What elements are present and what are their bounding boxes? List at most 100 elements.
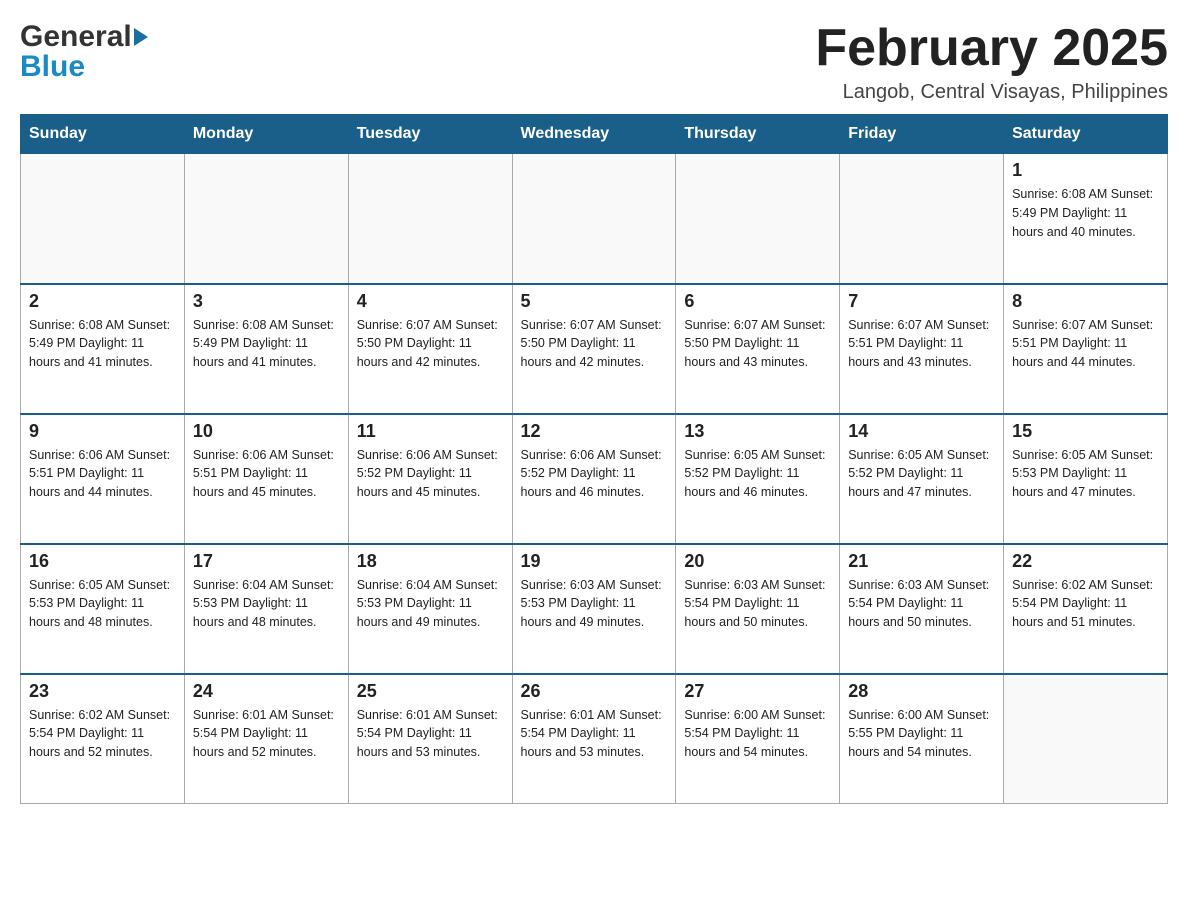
day-info: Sunrise: 6:08 AM Sunset: 5:49 PM Dayligh… — [193, 316, 340, 372]
calendar-week-row: 16 Sunrise: 6:05 AM Sunset: 5:53 PM Dayli… — [21, 544, 1168, 674]
day-info: Sunrise: 6:07 AM Sunset: 5:50 PM Dayligh… — [521, 316, 668, 372]
day-number: 1 — [1012, 160, 1159, 181]
day-info: Sunrise: 6:04 AM Sunset: 5:53 PM Dayligh… — [357, 576, 504, 632]
calendar-header-saturday: Saturday — [1004, 115, 1168, 154]
calendar-table: SundayMondayTuesdayWednesdayThursdayFrid… — [20, 114, 1168, 804]
calendar-day-cell: 4 Sunrise: 6:07 AM Sunset: 5:50 PM Daylig… — [348, 284, 512, 414]
day-number: 18 — [357, 551, 504, 572]
day-info: Sunrise: 6:01 AM Sunset: 5:54 PM Dayligh… — [521, 706, 668, 762]
day-info: Sunrise: 6:02 AM Sunset: 5:54 PM Dayligh… — [1012, 576, 1159, 632]
calendar-day-cell: 2 Sunrise: 6:08 AM Sunset: 5:49 PM Daylig… — [21, 284, 185, 414]
day-info: Sunrise: 6:05 AM Sunset: 5:53 PM Dayligh… — [1012, 446, 1159, 502]
day-info: Sunrise: 6:00 AM Sunset: 5:54 PM Dayligh… — [684, 706, 831, 762]
day-info: Sunrise: 6:05 AM Sunset: 5:53 PM Dayligh… — [29, 576, 176, 632]
calendar-day-cell: 19 Sunrise: 6:03 AM Sunset: 5:53 PM Dayli… — [512, 544, 676, 674]
day-number: 7 — [848, 291, 995, 312]
calendar-header-row: SundayMondayTuesdayWednesdayThursdayFrid… — [21, 115, 1168, 154]
day-info: Sunrise: 6:03 AM Sunset: 5:53 PM Dayligh… — [521, 576, 668, 632]
day-number: 3 — [193, 291, 340, 312]
calendar-day-cell — [1004, 674, 1168, 804]
calendar-day-cell: 7 Sunrise: 6:07 AM Sunset: 5:51 PM Daylig… — [840, 284, 1004, 414]
calendar-day-cell — [348, 154, 512, 284]
calendar-day-cell: 26 Sunrise: 6:01 AM Sunset: 5:54 PM Dayli… — [512, 674, 676, 804]
day-number: 9 — [29, 421, 176, 442]
calendar-header-sunday: Sunday — [21, 115, 185, 154]
month-title: February 2025 — [815, 20, 1168, 77]
day-info: Sunrise: 6:08 AM Sunset: 5:49 PM Dayligh… — [29, 316, 176, 372]
calendar-day-cell: 28 Sunrise: 6:00 AM Sunset: 5:55 PM Dayli… — [840, 674, 1004, 804]
calendar-day-cell — [840, 154, 1004, 284]
day-number: 10 — [193, 421, 340, 442]
day-info: Sunrise: 6:03 AM Sunset: 5:54 PM Dayligh… — [848, 576, 995, 632]
title-block: February 2025 Langob, Central Visayas, P… — [815, 20, 1168, 104]
calendar-day-cell: 8 Sunrise: 6:07 AM Sunset: 5:51 PM Daylig… — [1004, 284, 1168, 414]
calendar-header-tuesday: Tuesday — [348, 115, 512, 154]
calendar-day-cell: 11 Sunrise: 6:06 AM Sunset: 5:52 PM Dayli… — [348, 414, 512, 544]
day-number: 11 — [357, 421, 504, 442]
day-info: Sunrise: 6:01 AM Sunset: 5:54 PM Dayligh… — [357, 706, 504, 762]
day-number: 15 — [1012, 421, 1159, 442]
day-number: 22 — [1012, 551, 1159, 572]
day-info: Sunrise: 6:05 AM Sunset: 5:52 PM Dayligh… — [684, 446, 831, 502]
day-number: 8 — [1012, 291, 1159, 312]
day-info: Sunrise: 6:07 AM Sunset: 5:51 PM Dayligh… — [1012, 316, 1159, 372]
day-number: 16 — [29, 551, 176, 572]
calendar-day-cell — [676, 154, 840, 284]
day-info: Sunrise: 6:07 AM Sunset: 5:50 PM Dayligh… — [357, 316, 504, 372]
calendar-day-cell — [512, 154, 676, 284]
day-info: Sunrise: 6:07 AM Sunset: 5:50 PM Dayligh… — [684, 316, 831, 372]
day-number: 2 — [29, 291, 176, 312]
day-number: 5 — [521, 291, 668, 312]
day-number: 28 — [848, 681, 995, 702]
day-info: Sunrise: 6:03 AM Sunset: 5:54 PM Dayligh… — [684, 576, 831, 632]
day-number: 12 — [521, 421, 668, 442]
calendar-header-monday: Monday — [184, 115, 348, 154]
calendar-day-cell: 20 Sunrise: 6:03 AM Sunset: 5:54 PM Dayli… — [676, 544, 840, 674]
day-number: 4 — [357, 291, 504, 312]
day-number: 27 — [684, 681, 831, 702]
day-number: 6 — [684, 291, 831, 312]
day-info: Sunrise: 6:06 AM Sunset: 5:52 PM Dayligh… — [521, 446, 668, 502]
day-number: 13 — [684, 421, 831, 442]
day-number: 20 — [684, 551, 831, 572]
logo: General Blue — [20, 20, 148, 84]
day-info: Sunrise: 6:05 AM Sunset: 5:52 PM Dayligh… — [848, 446, 995, 502]
calendar-week-row: 2 Sunrise: 6:08 AM Sunset: 5:49 PM Daylig… — [21, 284, 1168, 414]
day-info: Sunrise: 6:04 AM Sunset: 5:53 PM Dayligh… — [193, 576, 340, 632]
calendar-day-cell: 17 Sunrise: 6:04 AM Sunset: 5:53 PM Dayli… — [184, 544, 348, 674]
day-number: 17 — [193, 551, 340, 572]
day-number: 26 — [521, 681, 668, 702]
day-info: Sunrise: 6:02 AM Sunset: 5:54 PM Dayligh… — [29, 706, 176, 762]
calendar-day-cell: 13 Sunrise: 6:05 AM Sunset: 5:52 PM Dayli… — [676, 414, 840, 544]
calendar-day-cell: 24 Sunrise: 6:01 AM Sunset: 5:54 PM Dayli… — [184, 674, 348, 804]
location-text: Langob, Central Visayas, Philippines — [815, 81, 1168, 104]
day-number: 14 — [848, 421, 995, 442]
calendar-header-friday: Friday — [840, 115, 1004, 154]
day-number: 25 — [357, 681, 504, 702]
calendar-day-cell: 9 Sunrise: 6:06 AM Sunset: 5:51 PM Daylig… — [21, 414, 185, 544]
day-number: 24 — [193, 681, 340, 702]
calendar-day-cell: 23 Sunrise: 6:02 AM Sunset: 5:54 PM Dayli… — [21, 674, 185, 804]
calendar-day-cell: 6 Sunrise: 6:07 AM Sunset: 5:50 PM Daylig… — [676, 284, 840, 414]
day-info: Sunrise: 6:06 AM Sunset: 5:51 PM Dayligh… — [29, 446, 176, 502]
logo-general-text: General — [20, 20, 132, 54]
day-info: Sunrise: 6:06 AM Sunset: 5:52 PM Dayligh… — [357, 446, 504, 502]
calendar-week-row: 23 Sunrise: 6:02 AM Sunset: 5:54 PM Dayli… — [21, 674, 1168, 804]
day-info: Sunrise: 6:08 AM Sunset: 5:49 PM Dayligh… — [1012, 185, 1159, 241]
calendar-header-wednesday: Wednesday — [512, 115, 676, 154]
day-number: 19 — [521, 551, 668, 572]
calendar-day-cell: 15 Sunrise: 6:05 AM Sunset: 5:53 PM Dayli… — [1004, 414, 1168, 544]
calendar-day-cell — [21, 154, 185, 284]
day-info: Sunrise: 6:07 AM Sunset: 5:51 PM Dayligh… — [848, 316, 995, 372]
calendar-day-cell: 18 Sunrise: 6:04 AM Sunset: 5:53 PM Dayli… — [348, 544, 512, 674]
calendar-day-cell: 10Sunrise: 6:06 AM Sunset: 5:51 PM Dayli… — [184, 414, 348, 544]
calendar-day-cell: 5 Sunrise: 6:07 AM Sunset: 5:50 PM Daylig… — [512, 284, 676, 414]
calendar-week-row: 1 Sunrise: 6:08 AM Sunset: 5:49 PM Daylig… — [21, 154, 1168, 284]
calendar-day-cell: 3 Sunrise: 6:08 AM Sunset: 5:49 PM Daylig… — [184, 284, 348, 414]
calendar-header-thursday: Thursday — [676, 115, 840, 154]
day-number: 21 — [848, 551, 995, 572]
day-info: Sunrise: 6:00 AM Sunset: 5:55 PM Dayligh… — [848, 706, 995, 762]
day-info: Sunrise: 6:01 AM Sunset: 5:54 PM Dayligh… — [193, 706, 340, 762]
day-number: 23 — [29, 681, 176, 702]
page-header: General Blue February 2025 Langob, Centr… — [20, 20, 1168, 104]
